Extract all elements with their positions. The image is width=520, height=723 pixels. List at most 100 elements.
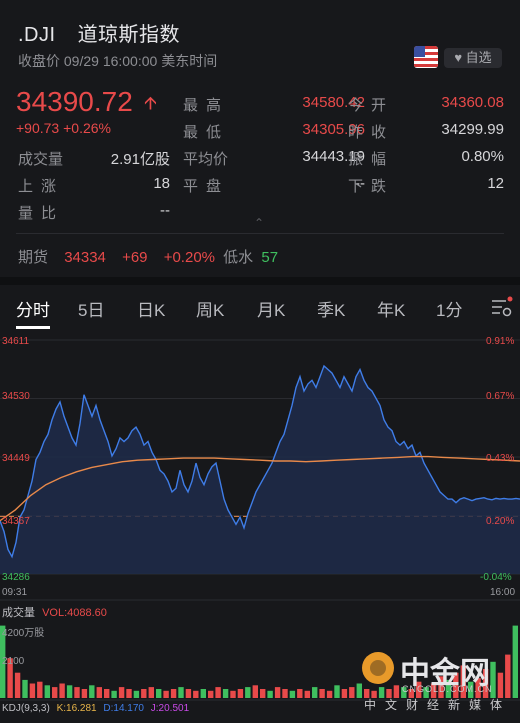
volume-bar: [297, 689, 303, 698]
chart-settings-icon[interactable]: [490, 296, 514, 325]
stat-value-decliners: 12: [487, 175, 504, 192]
stat-label-high: 最高: [183, 97, 230, 114]
volume-bar: [193, 690, 199, 698]
volume-bar: [260, 689, 266, 698]
page-title: .DJI 道琼斯指数: [18, 18, 180, 47]
stat-value-open: 34360.08: [441, 94, 504, 111]
stat-value-prev-close: 34299.99: [441, 121, 504, 138]
price-change: +90.73 +0.26%: [16, 120, 111, 136]
volume-bar: [222, 689, 229, 698]
close-time-label: 收盘价 09/29 16:00:00 美东时间: [18, 53, 218, 69]
pct-tick-2: 0.43%: [486, 453, 515, 464]
kdj-k: K:16.281: [56, 703, 97, 714]
volume-bar: [319, 689, 325, 698]
change-value: +90.73: [16, 120, 60, 136]
add-watchlist-button[interactable]: ♥ 自选: [444, 48, 502, 68]
volume-bar: [230, 690, 236, 698]
tab-quarterly-k[interactable]: 季K: [317, 296, 345, 321]
volume-bar: [52, 687, 58, 698]
expand-caret-icon[interactable]: ⌃: [254, 216, 264, 230]
tab-intraday[interactable]: 分时: [16, 296, 50, 321]
volume-bar: [14, 672, 21, 698]
volume-bar: [118, 687, 125, 698]
volume-bar: [148, 687, 154, 698]
stat-label-decliners: 下跌: [348, 178, 395, 195]
chart-period-tabs: 分时 5日 日K 周K 月K 季K 年K 1分: [0, 296, 520, 324]
volume-bar: [200, 689, 206, 698]
volume-bar: [185, 689, 192, 698]
stat-label-open: 今开: [348, 97, 395, 114]
volume-value: VOL:4088.60: [42, 607, 107, 619]
futures-label: 期货: [18, 249, 49, 266]
volume-bar: [111, 690, 117, 698]
active-tab-indicator: [16, 326, 50, 329]
volume-bar: [22, 679, 28, 698]
volume-bar: [104, 689, 110, 698]
x-tick-start: 09:31: [2, 587, 28, 598]
tab-daily-k[interactable]: 日K: [137, 296, 165, 321]
stat-value-volume-ratio: --: [160, 202, 170, 219]
volume-bar: [133, 690, 140, 698]
divider: [16, 233, 504, 234]
watermark-logo: 中金网 CNGOLD.COM.CN 中文财经新媒体: [352, 644, 520, 714]
volume-title: 成交量: [2, 607, 35, 619]
kdj-label: KDJ(9,3,3): [2, 703, 50, 714]
stat-value-amplitude: 0.80%: [461, 148, 504, 165]
kdj-j: J:20.501: [150, 703, 190, 714]
pct-tick-4: -0.04%: [480, 572, 512, 583]
symbol: .DJI: [18, 24, 56, 46]
last-price: 34390.72: [16, 86, 133, 117]
stat-label-advancers: 上涨: [18, 178, 65, 195]
up-arrow-icon: 🡩: [144, 93, 157, 113]
volume-bar: [126, 689, 132, 698]
stat-label-avg-price: 平均价: [183, 151, 229, 168]
volume-bar: [44, 685, 50, 698]
futures-row[interactable]: 期货 34334 +69 +0.20% 低水 57: [18, 246, 278, 267]
y-tick-4: 34286: [2, 572, 30, 583]
volume-bar: [312, 687, 318, 698]
change-percent: +0.26%: [63, 120, 111, 136]
volume-bar: [341, 689, 348, 698]
y-tick-1: 34530: [2, 391, 30, 402]
tab-5day[interactable]: 5日: [78, 296, 104, 321]
volume-bar: [66, 685, 73, 698]
price-area: [0, 365, 520, 574]
volume-bar: [59, 683, 65, 698]
tab-monthly-k[interactable]: 月K: [257, 296, 285, 321]
logo-tagline: 中文财经新媒体: [364, 698, 512, 712]
kdj-indicator[interactable]: KDJ(9,3,3) K:16.281 D:14.170 J:20.501: [2, 703, 189, 714]
pct-tick-3: 0.20%: [486, 516, 515, 527]
volume-bar: [89, 685, 95, 698]
volume-bar: [274, 687, 281, 698]
us-flag-icon: [414, 46, 438, 68]
pct-tick-0: 0.91%: [486, 336, 515, 347]
volume-bar: [215, 687, 221, 698]
tab-yearly-k[interactable]: 年K: [377, 296, 405, 321]
stat-label-prev-close: 昨收: [348, 124, 395, 141]
volume-bar: [208, 690, 214, 698]
volume-bar: [334, 685, 340, 698]
volume-bar: [326, 690, 333, 698]
heart-icon: ♥: [454, 50, 463, 65]
kdj-d: D:14.170: [103, 703, 144, 714]
tab-weekly-k[interactable]: 周K: [196, 296, 224, 321]
volume-bar: [29, 683, 36, 698]
discount-value: 57: [261, 249, 279, 266]
y-tick-0: 34611: [2, 336, 30, 347]
volume-bar: [282, 689, 288, 698]
pct-tick-1: 0.67%: [486, 391, 515, 402]
volume-bar: [289, 690, 296, 698]
volume-bar: [252, 685, 258, 698]
stat-label-volume-ratio: 量比: [18, 205, 65, 222]
stat-label-volume: 成交量: [18, 151, 64, 168]
y-tick-3: 34367: [2, 516, 30, 527]
futures-change-percent: +0.20%: [163, 249, 215, 266]
volume-bar: [267, 690, 273, 698]
stat-label-amplitude: 振幅: [348, 151, 395, 168]
stat-label-unchanged: 平盘: [183, 178, 230, 195]
volume-scale-mid: 2100: [2, 656, 25, 667]
volume-bar: [156, 689, 162, 698]
volume-bar: [178, 687, 184, 698]
volume-bar: [245, 687, 251, 698]
tab-1min[interactable]: 1分: [436, 296, 462, 321]
